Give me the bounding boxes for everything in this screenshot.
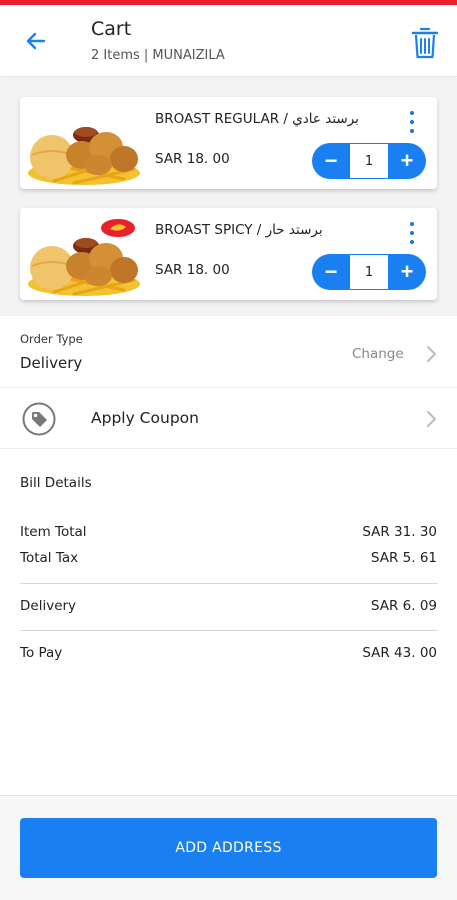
bill-row-value: SAR 6. 09 (370, 598, 437, 614)
bill-row-delivery: Delivery SAR 6. 09 (20, 598, 437, 614)
app-header: Cart 2 Items | MUNAIZILA (0, 5, 457, 77)
divider (20, 630, 437, 631)
cart-item-card: BROAST SPICY / برستد حار SAR 18. 00 − 1 … (20, 208, 437, 300)
chevron-right-icon (427, 411, 436, 427)
bill-details-heading: Bill Details (20, 475, 92, 491)
bill-row-label: To Pay (20, 645, 63, 661)
coupon-tag-icon (22, 402, 56, 436)
order-type-label: Order Type (20, 332, 83, 346)
trash-icon (411, 27, 439, 59)
bill-row-total-tax: Total Tax SAR 5. 61 (20, 550, 437, 566)
bill-row-to-pay: To Pay SAR 43. 00 (20, 645, 437, 661)
item-price: SAR 18. 00 (155, 151, 230, 167)
quantity-stepper: − 1 + (312, 254, 426, 290)
increase-quantity-button[interactable]: + (388, 143, 426, 179)
add-address-button[interactable]: ADD ADDRESS (20, 818, 437, 878)
order-type-value: Delivery (20, 354, 83, 372)
apply-coupon-label: Apply Coupon (91, 409, 199, 427)
decrease-quantity-button[interactable]: − (312, 254, 350, 290)
bill-row-label: Total Tax (20, 550, 79, 566)
order-type-row[interactable]: Order Type Delivery Change (0, 318, 457, 388)
clear-cart-button[interactable] (404, 21, 446, 65)
item-more-options-icon[interactable] (402, 220, 422, 246)
quantity-value: 1 (350, 144, 388, 178)
food-image (28, 219, 140, 296)
cart-items-list: BROAST REGULAR / برستد عادي SAR 18. 00 −… (0, 78, 457, 316)
footer-bar: ADD ADDRESS (0, 795, 457, 900)
chevron-right-icon (427, 346, 436, 362)
spicy-badge-icon (101, 219, 135, 237)
decrease-quantity-button[interactable]: − (312, 143, 350, 179)
back-button[interactable] (20, 25, 52, 57)
bill-row-label: Item Total (20, 524, 87, 540)
page-title: Cart (91, 18, 132, 40)
food-image (28, 127, 140, 185)
change-order-type-link[interactable]: Change (352, 346, 404, 362)
quantity-stepper: − 1 + (312, 143, 426, 179)
increase-quantity-button[interactable]: + (388, 254, 426, 290)
bill-row-value: SAR 5. 61 (370, 550, 437, 566)
item-name: BROAST REGULAR / برستد عادي (155, 111, 359, 127)
quantity-value: 1 (350, 255, 388, 289)
divider (20, 583, 437, 584)
item-more-options-icon[interactable] (402, 109, 422, 135)
bill-row-value: SAR 43. 00 (362, 645, 437, 661)
arrow-left-icon (26, 32, 46, 50)
item-name: BROAST SPICY / برستد حار (155, 222, 323, 238)
cart-item-card: BROAST REGULAR / برستد عادي SAR 18. 00 −… (20, 97, 437, 189)
apply-coupon-row[interactable]: Apply Coupon (0, 389, 457, 449)
item-price: SAR 18. 00 (155, 262, 230, 278)
bill-row-label: Delivery (20, 598, 77, 614)
cart-summary: 2 Items | MUNAIZILA (91, 48, 225, 63)
bill-row-item-total: Item Total SAR 31. 30 (20, 524, 437, 540)
bill-row-value: SAR 31. 30 (362, 524, 437, 540)
